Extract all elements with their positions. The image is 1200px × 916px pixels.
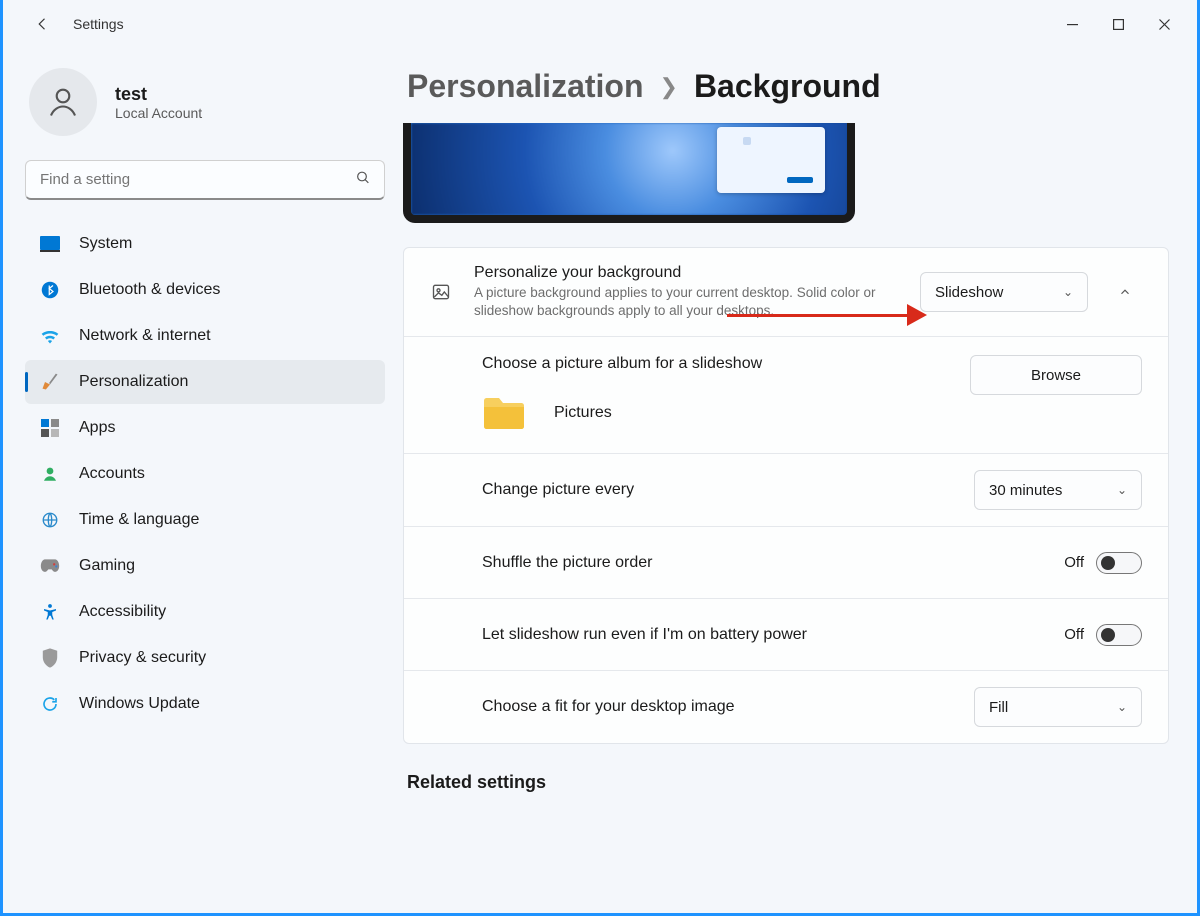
row-title: Change picture every	[482, 481, 634, 499]
avatar	[29, 68, 97, 136]
preview-window	[717, 127, 825, 193]
nav-label: Accounts	[79, 465, 145, 483]
nav-bluetooth[interactable]: Bluetooth & devices	[25, 268, 385, 312]
system-icon	[39, 233, 61, 255]
toggle-state: Off	[1064, 626, 1084, 643]
sidebar: test Local Account System Bluetooth & de…	[3, 48, 403, 913]
change-picture-every-row: Change picture every 30 minutes ⌄	[404, 453, 1168, 526]
chevron-down-icon: ⌄	[1117, 483, 1127, 497]
album-folder-name: Pictures	[554, 404, 612, 422]
titlebar: Settings	[3, 0, 1197, 48]
nav-apps[interactable]: Apps	[25, 406, 385, 450]
chevron-down-icon: ⌄	[1117, 700, 1127, 714]
nav-label: Time & language	[79, 511, 199, 529]
paintbrush-icon	[39, 371, 61, 393]
related-settings-heading: Related settings	[403, 772, 1169, 793]
fit-row: Choose a fit for your desktop image Fill…	[404, 670, 1168, 743]
nav-accessibility[interactable]: Accessibility	[25, 590, 385, 634]
picture-icon	[430, 282, 452, 302]
nav-personalization[interactable]: Personalization	[25, 360, 385, 404]
background-type-dropdown[interactable]: Slideshow ⌄	[920, 272, 1088, 312]
breadcrumb-current: Background	[694, 68, 881, 105]
breadcrumb: Personalization ❯ Background	[403, 48, 1169, 123]
nav-privacy[interactable]: Privacy & security	[25, 636, 385, 680]
nav-list: System Bluetooth & devices Network & int…	[25, 222, 385, 726]
content-area: Personalization ❯ Background Personalize…	[403, 48, 1197, 913]
dropdown-value: Slideshow	[935, 284, 1003, 301]
toggle-state: Off	[1064, 554, 1084, 571]
app-name: Settings	[73, 16, 124, 32]
wifi-icon	[39, 325, 61, 347]
change-interval-dropdown[interactable]: 30 minutes ⌄	[974, 470, 1142, 510]
nav-network[interactable]: Network & internet	[25, 314, 385, 358]
nav-time[interactable]: Time & language	[25, 498, 385, 542]
expand-toggle[interactable]	[1108, 285, 1142, 299]
nav-update[interactable]: Windows Update	[25, 682, 385, 726]
account-block[interactable]: test Local Account	[25, 68, 385, 136]
shuffle-toggle[interactable]	[1096, 552, 1142, 574]
row-title: Personalize your background	[474, 264, 894, 282]
battery-toggle[interactable]	[1096, 624, 1142, 646]
chevron-down-icon: ⌄	[1063, 285, 1073, 299]
choose-album-row: Choose a picture album for a slideshow B…	[404, 336, 1168, 453]
battery-row: Let slideshow run even if I'm on battery…	[404, 598, 1168, 670]
row-title: Let slideshow run even if I'm on battery…	[482, 626, 807, 644]
account-name: test	[115, 84, 202, 105]
minimize-button[interactable]	[1049, 8, 1095, 40]
apps-icon	[39, 417, 61, 439]
accessibility-icon	[39, 601, 61, 623]
nav-label: Gaming	[79, 557, 135, 575]
search-box[interactable]	[25, 160, 385, 200]
browse-button[interactable]: Browse	[970, 355, 1142, 395]
row-title: Choose a picture album for a slideshow	[482, 355, 762, 373]
update-icon	[39, 693, 61, 715]
nav-accounts[interactable]: Accounts	[25, 452, 385, 496]
search-icon	[355, 170, 371, 191]
breadcrumb-parent[interactable]: Personalization	[407, 68, 644, 105]
shield-icon	[39, 647, 61, 669]
personalize-background-row[interactable]: Personalize your background A picture ba…	[404, 248, 1168, 336]
dropdown-value: Fill	[989, 699, 1008, 716]
nav-label: Network & internet	[79, 327, 211, 345]
folder-icon[interactable]	[482, 395, 526, 431]
account-type: Local Account	[115, 105, 202, 121]
dropdown-value: 30 minutes	[989, 482, 1062, 499]
nav-label: Bluetooth & devices	[79, 281, 220, 299]
nav-gaming[interactable]: Gaming	[25, 544, 385, 588]
nav-label: Personalization	[79, 373, 188, 391]
shuffle-row: Shuffle the picture order Off	[404, 526, 1168, 598]
nav-system[interactable]: System	[25, 222, 385, 266]
desktop-preview	[403, 123, 855, 223]
window-controls	[1049, 8, 1187, 40]
bluetooth-icon	[39, 279, 61, 301]
row-title: Shuffle the picture order	[482, 554, 652, 572]
gamepad-icon	[39, 555, 61, 577]
background-settings-card: Personalize your background A picture ba…	[403, 247, 1169, 744]
nav-label: Windows Update	[79, 695, 200, 713]
maximize-button[interactable]	[1095, 8, 1141, 40]
chevron-right-icon: ❯	[660, 74, 678, 100]
row-title: Choose a fit for your desktop image	[482, 698, 735, 716]
nav-label: System	[79, 235, 132, 253]
fit-dropdown[interactable]: Fill ⌄	[974, 687, 1142, 727]
close-button[interactable]	[1141, 8, 1187, 40]
nav-label: Privacy & security	[79, 649, 206, 667]
person-icon	[39, 463, 61, 485]
search-input[interactable]	[25, 160, 385, 200]
row-description: A picture background applies to your cur…	[474, 284, 894, 320]
back-button[interactable]	[27, 8, 59, 40]
nav-label: Accessibility	[79, 603, 166, 621]
globe-icon	[39, 509, 61, 531]
nav-label: Apps	[79, 419, 115, 437]
